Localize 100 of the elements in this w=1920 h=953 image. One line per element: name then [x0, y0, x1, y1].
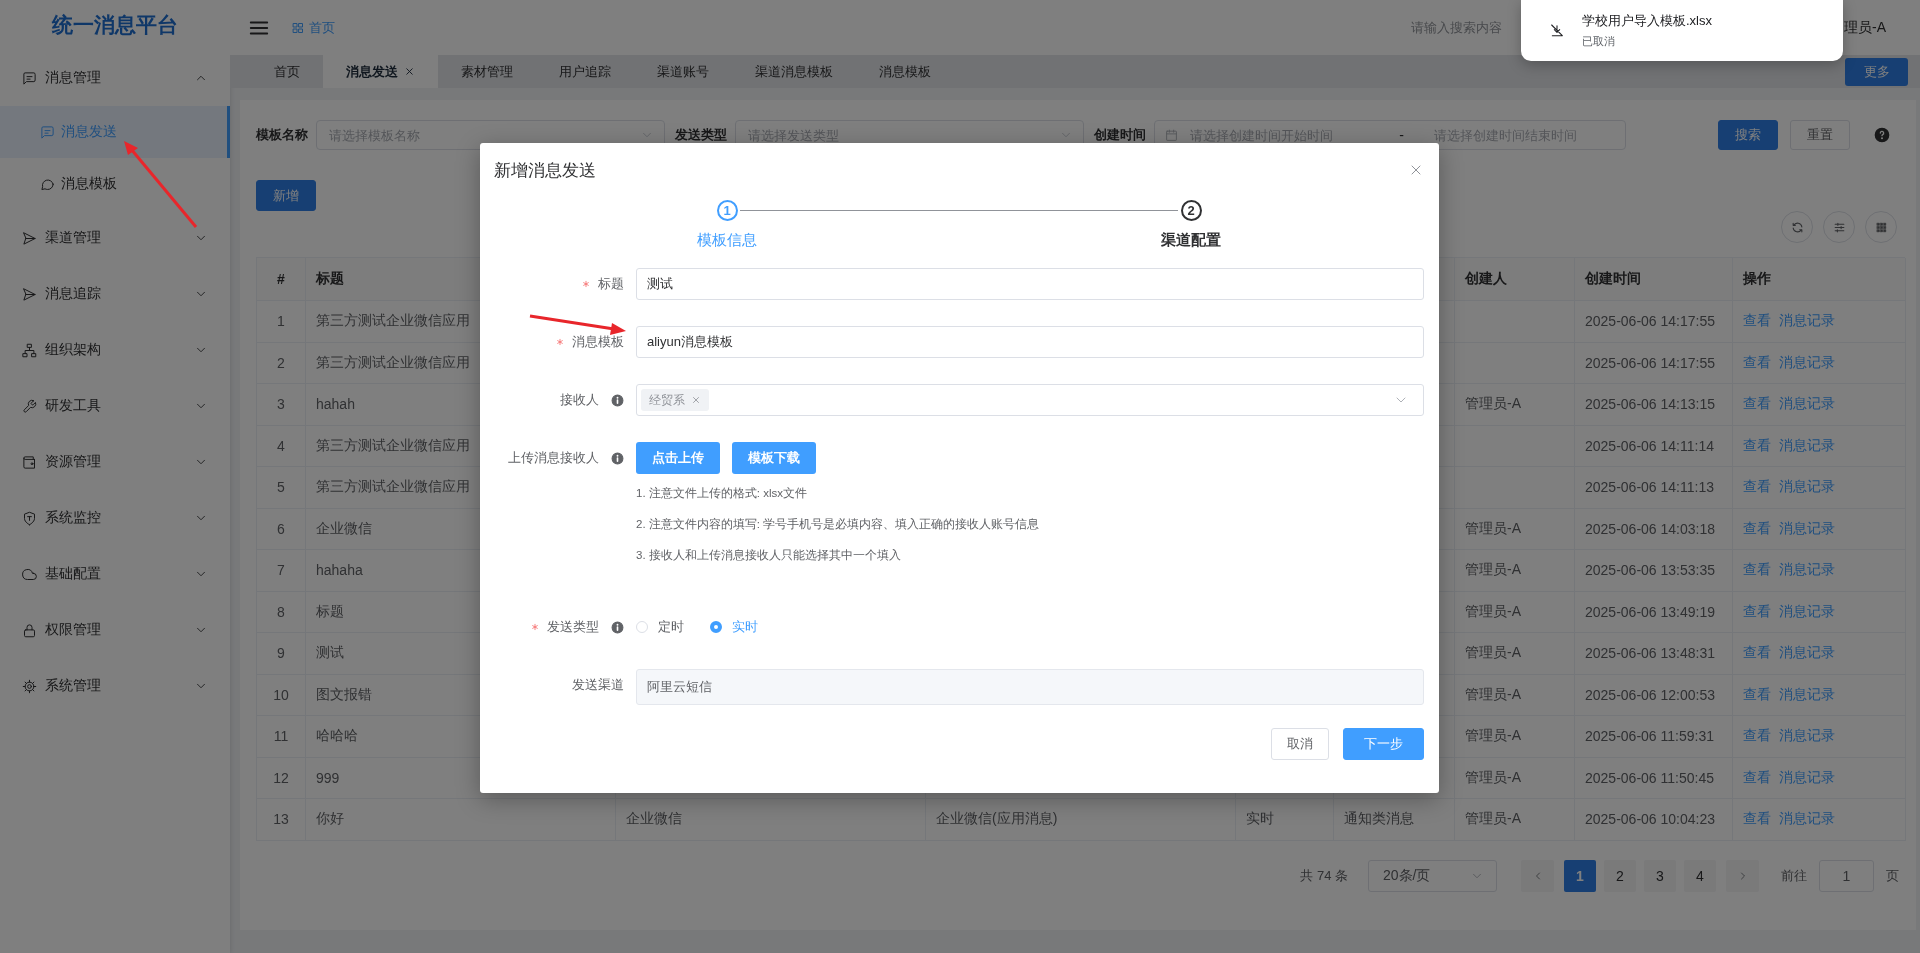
action-link[interactable]: 查看	[1743, 727, 1771, 746]
tab[interactable]: 首页	[251, 55, 323, 88]
calendar-icon	[1165, 128, 1178, 142]
text-field[interactable]: aliyun消息模板	[636, 326, 1424, 358]
table-cell: 2025-06-06 14:11:14	[1575, 425, 1733, 467]
action-link[interactable]: 消息记录	[1779, 478, 1835, 497]
action-link[interactable]: 消息记录	[1779, 685, 1835, 704]
table-cell: 管理员-A	[1455, 384, 1575, 426]
action-link[interactable]: 消息记录	[1779, 768, 1835, 787]
readonly-field[interactable]: 阿里云短信	[636, 669, 1424, 705]
next-button[interactable]: 下一步	[1343, 728, 1424, 760]
goto-label: 前往	[1781, 866, 1807, 885]
cloud-icon	[22, 566, 37, 582]
breadcrumb-link[interactable]: 首页	[292, 18, 335, 37]
select-field[interactable]: 经贸系	[636, 384, 1424, 416]
menu-item[interactable]: 研发工具	[0, 378, 230, 434]
tab[interactable]: 消息模板	[856, 55, 954, 88]
column-settings-button[interactable]	[1865, 211, 1897, 243]
field-label: 接收人	[560, 391, 599, 409]
radio-option[interactable]: 实时	[710, 618, 758, 636]
action-link[interactable]: 查看	[1743, 768, 1771, 787]
action-link[interactable]: 查看	[1743, 312, 1771, 331]
download-status: 已取消	[1582, 34, 1616, 49]
menu-item[interactable]: 消息追踪	[0, 266, 230, 322]
column-header: 创建时间	[1575, 258, 1733, 301]
action-link[interactable]: 消息记录	[1779, 810, 1835, 829]
action-link[interactable]: 查看	[1743, 519, 1771, 538]
page-button[interactable]: 1	[1564, 859, 1596, 892]
page-button[interactable]: 2	[1604, 859, 1636, 892]
action-link[interactable]: 查看	[1743, 685, 1771, 704]
action-link[interactable]: 消息记录	[1779, 312, 1835, 331]
action-link[interactable]: 消息记录	[1779, 353, 1835, 372]
submenu-item[interactable]: 消息发送	[0, 106, 230, 158]
action-link[interactable]: 查看	[1743, 810, 1771, 829]
search-button[interactable]: 搜索	[1718, 120, 1778, 150]
action-link[interactable]: 查看	[1743, 561, 1771, 580]
table-cell: 2025-06-06 14:17:55	[1575, 301, 1733, 343]
filter-settings-button[interactable]	[1823, 211, 1855, 243]
menu-item[interactable]: 消息管理	[0, 50, 230, 106]
table-cell: 管理员-A	[1455, 633, 1575, 675]
table-cell: 2025-06-06 14:17:55	[1575, 342, 1733, 384]
page-button[interactable]: 3	[1644, 859, 1676, 892]
table-cell: 7	[257, 550, 306, 592]
action-link[interactable]: 消息记录	[1779, 644, 1835, 663]
action-link[interactable]: 消息记录	[1779, 561, 1835, 580]
table-cell: 10	[257, 674, 306, 716]
page-button[interactable]: 4	[1684, 859, 1716, 892]
action-link[interactable]: 消息记录	[1779, 519, 1835, 538]
radio-option[interactable]: 定时	[636, 618, 684, 636]
send-icon	[22, 286, 37, 302]
hierarchy-icon	[22, 342, 37, 358]
page-size-select[interactable]: 20条/页	[1368, 859, 1497, 892]
table-cell: 管理员-A	[1455, 591, 1575, 633]
action-link[interactable]: 查看	[1743, 395, 1771, 414]
gear-icon	[22, 678, 37, 694]
action-link[interactable]: 消息记录	[1779, 602, 1835, 621]
action-link[interactable]: 消息记录	[1779, 436, 1835, 455]
table-cell: 2025-06-06 13:53:35	[1575, 550, 1733, 592]
recipient-tag[interactable]: 经贸系	[641, 389, 709, 411]
more-button[interactable]: 更多	[1845, 57, 1908, 86]
action-link[interactable]: 查看	[1743, 353, 1771, 372]
reset-button[interactable]: 重置	[1790, 120, 1850, 150]
dialog-title: 新增消息发送	[494, 159, 596, 182]
blocked-download-icon	[1549, 22, 1565, 39]
refresh-button[interactable]	[1781, 211, 1813, 243]
help-icon[interactable]	[1874, 127, 1890, 143]
tab[interactable]: 消息发送	[323, 55, 438, 88]
table-cell: 企业微信	[616, 799, 926, 841]
tab[interactable]: 渠道消息模板	[732, 55, 856, 88]
tab[interactable]: 素材管理	[438, 55, 536, 88]
close-icon[interactable]	[404, 66, 415, 77]
cancel-button[interactable]: 取消	[1271, 728, 1329, 760]
step-label: 模板信息	[696, 231, 758, 250]
menu-item[interactable]: 系统监控	[0, 490, 230, 546]
action-link[interactable]: 查看	[1743, 436, 1771, 455]
action-link[interactable]: 消息记录	[1779, 727, 1835, 746]
menu-item[interactable]: 资源管理	[0, 434, 230, 490]
action-link[interactable]: 消息记录	[1779, 395, 1835, 414]
file-name: 学校用户导入模板.xlsx	[1582, 12, 1712, 30]
action-link[interactable]: 查看	[1743, 478, 1771, 497]
upload-button[interactable]: 点击上传	[636, 442, 720, 474]
tab[interactable]: 渠道账号	[634, 55, 732, 88]
action-link[interactable]: 查看	[1743, 602, 1771, 621]
text-field[interactable]: 测试	[636, 268, 1424, 300]
menu-item[interactable]: 系统管理	[0, 658, 230, 714]
menu-item[interactable]: 渠道管理	[0, 210, 230, 266]
action-link[interactable]: 查看	[1743, 644, 1771, 663]
menu-item[interactable]: 基础配置	[0, 546, 230, 602]
column-header: #	[257, 258, 306, 301]
menu-item[interactable]: 权限管理	[0, 602, 230, 658]
table-cell: 管理员-A	[1455, 550, 1575, 592]
add-button[interactable]: 新增	[256, 180, 316, 211]
submenu-item[interactable]: 消息模板	[0, 158, 230, 210]
page-input[interactable]: 1	[1819, 859, 1874, 892]
tab[interactable]: 用户追踪	[536, 55, 634, 88]
step-number: 1	[716, 200, 738, 221]
menu-item[interactable]: 组织架构	[0, 322, 230, 378]
download-template-button[interactable]: 模板下载	[732, 442, 816, 474]
close-icon	[691, 395, 701, 405]
speech-bubble-icon	[40, 176, 55, 192]
